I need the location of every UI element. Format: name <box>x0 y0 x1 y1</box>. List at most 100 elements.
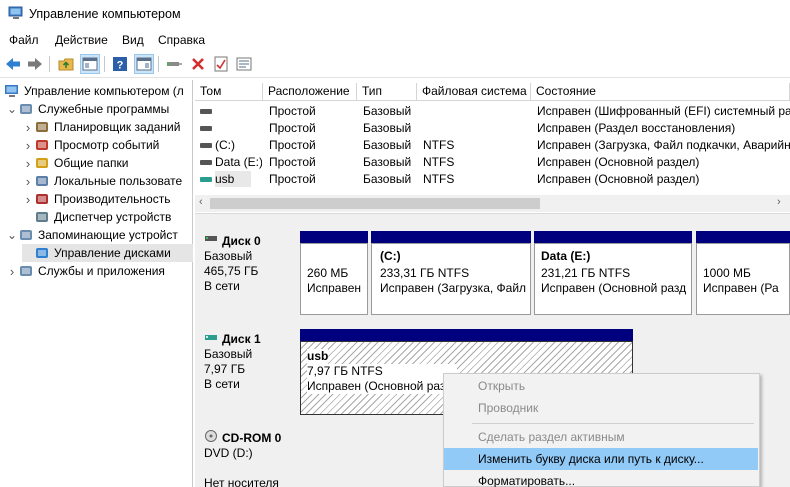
column-header-filesystem[interactable]: Файловая система <box>417 83 531 101</box>
table-cell[interactable]: Базовый <box>363 103 417 119</box>
tree-root[interactable]: Управление компьютером (л <box>4 82 184 100</box>
table-cell[interactable]: Простой <box>269 103 357 119</box>
disk-size: 7,97 ГБ <box>204 362 246 376</box>
disk-1-info[interactable]: Диск 1 Базовый 7,97 ГБ В сети <box>196 325 296 417</box>
usb-drive-icon <box>205 335 217 340</box>
column-header-location[interactable]: Расположение <box>263 83 357 101</box>
tree-item[interactable]: › Производительность <box>22 190 193 208</box>
table-cell[interactable]: Исправен (Загрузка, Файл подкачки, Авари… <box>537 137 790 153</box>
tree-item[interactable]: › Просмотр событий <box>22 136 193 154</box>
tree-item[interactable]: ⌄ Запоминающие устройст <box>6 226 193 244</box>
toolbar-separator <box>104 56 105 72</box>
table-cell[interactable]: usb <box>215 171 251 187</box>
partition-efi[interactable]: 260 МБ Исправен <box>300 243 368 315</box>
tree-node-icon <box>20 104 32 114</box>
tree-item-label: Запоминающие устройст <box>38 228 178 242</box>
table-cell[interactable]: Простой <box>269 120 357 136</box>
scroll-right-icon[interactable]: › <box>777 196 781 208</box>
menu-format[interactable]: Форматировать... <box>444 470 758 487</box>
delete-icon[interactable] <box>188 54 208 74</box>
partition-title: Data (E:) <box>541 249 591 263</box>
partition-title: (C:) <box>380 249 401 263</box>
table-cell[interactable]: Исправен (Раздел восстановления) <box>537 120 790 136</box>
help-icon[interactable]: ? <box>110 54 130 74</box>
tree-item-label: Просмотр событий <box>54 138 160 152</box>
tree-item-label: Общие папки <box>54 156 129 170</box>
chevron-right-icon[interactable]: › <box>22 192 34 207</box>
table-cell[interactable]: Исправен (Основной раздел) <box>537 171 790 187</box>
partition-data-e[interactable]: Data (E:) 231,21 ГБ NTFS Исправен (Основ… <box>534 243 692 315</box>
tree-node-icon <box>36 122 48 132</box>
tree-item[interactable]: › Общие папки <box>22 154 193 172</box>
disk-status: В сети <box>204 279 240 293</box>
table-cell[interactable]: Data (E:) <box>215 154 262 170</box>
menu-bar <box>0 30 790 50</box>
table-cell[interactable]: Базовый <box>363 137 417 153</box>
scrollbar-thumb[interactable] <box>210 198 540 209</box>
partition-bar <box>371 231 531 243</box>
scroll-left-icon[interactable]: ‹ <box>199 196 203 208</box>
menu-action[interactable]: Действие <box>55 33 108 47</box>
connect-icon[interactable] <box>164 54 184 74</box>
partition-status: Исправен (Ра <box>703 281 779 295</box>
chevron-right-icon[interactable]: › <box>22 174 34 189</box>
table-cell[interactable]: (C:) <box>215 137 262 153</box>
menu-explorer[interactable]: Проводник <box>444 397 758 419</box>
chevron-right-icon[interactable]: › <box>6 264 18 279</box>
table-cell[interactable]: Базовый <box>363 171 417 187</box>
cdrom-0-info[interactable]: CD-ROM 0 DVD (D:) Нет носителя <box>196 424 296 487</box>
menu-change-drive-letter[interactable]: Изменить букву диска или путь к диску... <box>444 448 758 470</box>
table-cell[interactable]: Простой <box>269 171 357 187</box>
partition-recovery[interactable]: 1000 МБ Исправен (Ра <box>696 243 790 315</box>
tree-item[interactable]: › Планировщик заданий <box>22 118 193 136</box>
menu-open[interactable]: Открыть <box>444 375 758 397</box>
table-cell[interactable]: Исправен (Основной раздел) <box>537 154 790 170</box>
tree-item-label: Диспетчер устройств <box>54 210 172 224</box>
menu-help[interactable]: Справка <box>158 33 205 47</box>
menu-file[interactable]: Файл <box>9 33 39 47</box>
up-folder-icon[interactable] <box>56 54 76 74</box>
table-cell[interactable]: NTFS <box>423 154 531 170</box>
partition-title: usb <box>307 349 329 364</box>
table-cell[interactable]: Базовый <box>363 154 417 170</box>
disk-size: 465,75 ГБ <box>204 264 259 278</box>
partition-c[interactable]: (C:) 233,31 ГБ NTFS Исправен (Загрузка, … <box>371 243 531 315</box>
menu-view[interactable]: Вид <box>122 33 144 47</box>
column-header-type[interactable]: Тип <box>357 83 417 101</box>
table-cell[interactable]: NTFS <box>423 171 531 187</box>
list-icon[interactable] <box>234 54 254 74</box>
chevron-right-icon[interactable]: › <box>22 120 34 135</box>
tree-item-label: Службы и приложения <box>38 264 165 278</box>
partition-size: 7,97 ГБ NTFS <box>307 364 457 379</box>
menu-mark-active[interactable]: Сделать раздел активным <box>444 426 758 448</box>
partition-status: Исправен (Основной разд <box>541 281 687 295</box>
table-cell[interactable]: Простой <box>269 137 357 153</box>
tree-item[interactable]: › Службы и приложения <box>6 262 193 280</box>
table-cell[interactable]: NTFS <box>423 137 531 153</box>
console-view-icon[interactable] <box>134 54 154 74</box>
chevron-down-icon[interactable]: ⌄ <box>6 228 18 242</box>
forward-arrow-icon[interactable] <box>25 54 45 74</box>
tree-node-icon <box>36 176 48 186</box>
table-cell[interactable]: Исправен (Шифрованный (EFI) системный ра… <box>537 103 790 119</box>
properties-icon[interactable] <box>211 54 231 74</box>
column-header-status[interactable]: Состояние <box>531 83 790 101</box>
disk-0-info[interactable]: Диск 0 Базовый 465,75 ГБ В сети <box>196 228 296 318</box>
pane-splitter[interactable] <box>195 213 790 223</box>
tree-item[interactable]: Управление дисками <box>22 244 193 262</box>
column-header-volume[interactable]: Том <box>195 83 263 101</box>
show-hide-tree-icon[interactable] <box>80 54 100 74</box>
disk-type: Базовый <box>204 347 253 361</box>
tree-item-label: Производительность <box>54 192 171 206</box>
tree-item[interactable]: › Локальные пользовате <box>22 172 193 190</box>
chevron-right-icon[interactable]: › <box>22 138 34 153</box>
table-cell[interactable]: Базовый <box>363 120 417 136</box>
table-cell[interactable]: Простой <box>269 154 357 170</box>
tree-item[interactable]: Диспетчер устройств <box>22 208 193 226</box>
tree-node-icon <box>36 212 48 222</box>
chevron-down-icon[interactable]: ⌄ <box>6 102 18 116</box>
tree-item[interactable]: ⌄ Служебные программы <box>6 100 193 118</box>
chevron-right-icon[interactable]: › <box>22 156 34 171</box>
back-arrow-icon[interactable] <box>3 54 23 74</box>
tree-item-label: Управление дисками <box>54 246 171 260</box>
